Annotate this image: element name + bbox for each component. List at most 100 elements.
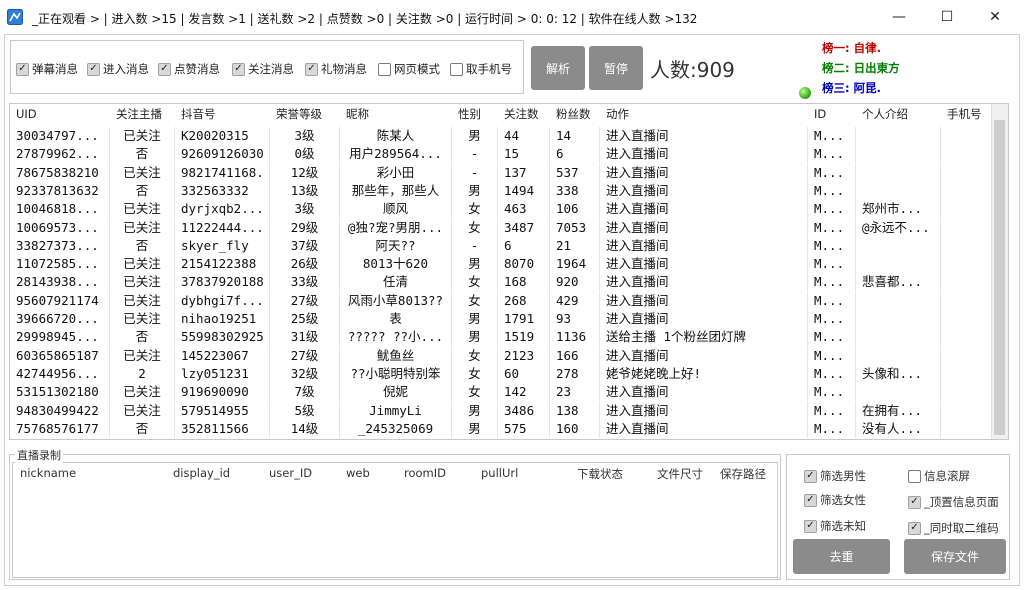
table-row[interactable]: 92337813632 否 332563332 13级 那些年，那些人男 1494 338 进… (10, 181, 992, 200)
rec-col-pullurl[interactable]: pullUrl (481, 466, 518, 480)
rec-col-save-path[interactable]: 保存路径 (720, 466, 766, 482)
checkbox-icon[interactable]: ✓ (908, 495, 921, 509)
checkbox-icon[interactable]: ✓ (804, 493, 817, 507)
cell-follow-status: 已关注 (110, 255, 175, 274)
table-row[interactable]: 11072585... 已关注 2154122388 26级 8013十620 男 8070… (10, 255, 992, 274)
table-row[interactable]: 78675838210 已关注 9821741168. 12级 彩小田 -137 537 进入… (10, 163, 992, 182)
rec-col-user-id[interactable]: user_ID (269, 466, 312, 480)
table-row[interactable]: 75768576177 否 352811566 14级 _245325069 男 575 16… (10, 419, 992, 438)
col-header-douyin-id[interactable]: 抖音号 (181, 104, 270, 125)
table-row[interactable]: 60365865187 已关注 145223067 27级 鱿鱼丝女 2123 166 进入直… (10, 346, 992, 365)
cell-follow-status: 已关注 (110, 346, 175, 365)
col-header-action[interactable]: 动作 (606, 104, 808, 125)
col-header-level[interactable]: 荣誉等级 (276, 104, 340, 125)
col-header-fans[interactable]: 粉丝数 (556, 104, 600, 125)
filter-female[interactable]: ✓ 筛选女性 (804, 492, 866, 508)
table-row[interactable]: 10046818... 已关注 dyrjxqb2... 3级 顺风女 463 106 进入直播… (10, 200, 992, 219)
viewer-table[interactable]: UID 关注主播 抖音号 荣誉等级 昵称 性别 关注数 粉丝数 动作 ID 个人介绍 手机号 3003… (9, 103, 1009, 440)
checkbox-icon[interactable]: ✓ (804, 519, 817, 533)
rec-col-roomid[interactable]: roomID (404, 466, 446, 480)
checkbox-icon[interactable] (908, 469, 921, 483)
filter-unknown[interactable]: ✓ 筛选未知 (804, 518, 866, 534)
parse-button[interactable]: 解析 (531, 46, 585, 90)
col-header-phone[interactable]: 手机号 (947, 104, 992, 125)
cell-gender: 女 (452, 346, 498, 365)
rec-col-display-id[interactable]: display_id (173, 466, 230, 480)
cell-nickname: 用户289564... (340, 145, 452, 164)
option-like[interactable]: ✓ 点赞消息 (158, 61, 220, 77)
col-header-bio[interactable]: 个人介绍 (862, 104, 941, 125)
cell-fans: 7053 (550, 218, 600, 237)
cell-action: 姥爷姥姥晚上好! (600, 364, 808, 383)
minimize-button[interactable]: — (876, 0, 922, 34)
rec-col-nickname[interactable]: nickname (20, 466, 76, 480)
table-row[interactable]: 33827373... 否 skyer_fly 37级 阿天?? -6 21 进入直播间 M..… (10, 236, 992, 255)
filter-scroll-info[interactable]: 信息滚屏 (908, 468, 970, 484)
rec-col-file-size[interactable]: 文件尺寸 (657, 466, 703, 482)
table-row[interactable]: 30034797... 已关注 K20020315 3级 陈某人男 44 14 进入直播间 M.… (10, 127, 992, 145)
col-header-following[interactable]: 关注数 (504, 104, 550, 125)
scrollbar-thumb[interactable] (994, 120, 1005, 435)
checkbox-icon[interactable]: ✓ (804, 469, 817, 483)
option-danmu[interactable]: ✓ 弹幕消息 (16, 61, 78, 77)
save-file-button[interactable]: 保存文件 (904, 539, 1006, 574)
col-header-nickname[interactable]: 昵称 (346, 104, 452, 125)
table-row[interactable]: 95607921174 已关注 dybhgi7f... 27级 风雨小草8013?? 女 2… (10, 291, 992, 310)
checkbox-icon[interactable]: ✓ (305, 62, 318, 76)
cell-fans: 23 (550, 383, 600, 402)
table-row[interactable]: 39666720... 已关注 nihao19251 25级表男 1791 93 进入直播间… (10, 310, 992, 328)
filter-pin-info-page[interactable]: ✓ _顶置信息页面 (908, 494, 999, 510)
cell-douyin-id: 145223067 (175, 346, 270, 365)
cell-douyin-id: 919690090 (175, 383, 270, 402)
filter-label: _同时取二维码 (924, 521, 999, 535)
col-header-follow-status[interactable]: 关注主播 (116, 104, 175, 125)
cell-gender: 男 (452, 310, 498, 328)
col-header-uid[interactable]: UID (16, 104, 110, 125)
option-enter[interactable]: ✓ 进入消息 (87, 61, 149, 77)
cell-uid: 94830499422 (10, 401, 110, 420)
table-row[interactable]: 94830499422 已关注 579514955 5级 JimmyLi 男 3486 138… (10, 401, 992, 420)
checkbox-icon[interactable]: ✓ (232, 62, 245, 76)
checkbox-icon[interactable]: ✓ (908, 521, 921, 535)
cell-nickname: 顺风 (340, 200, 452, 219)
table-row[interactable]: 29998945... 否 55998302925 31级????? ??小... 男 1… (10, 328, 992, 347)
table-row[interactable]: 42744956... 2 lzy051231 32级 ??小聪明特别笨女 60 278 姥爷… (10, 364, 992, 383)
close-button[interactable]: ✕ (972, 0, 1018, 34)
table-row[interactable]: 28143938... 已关注 37837920188 33级 任清女 168 920 进入直… (10, 273, 992, 292)
col-header-id[interactable]: ID (814, 104, 856, 125)
cell-bio (856, 310, 941, 328)
cell-bio (856, 145, 941, 164)
checkbox-icon[interactable] (450, 62, 463, 76)
checkbox-icon[interactable] (378, 62, 391, 76)
maximize-button[interactable]: ☐ (924, 0, 970, 34)
option-get-phone[interactable]: 取手机号 (450, 61, 512, 77)
rec-col-download-status[interactable]: 下载状态 (577, 466, 623, 482)
cell-following: 142 (498, 383, 550, 402)
cell-id: M... (808, 310, 856, 328)
dedup-button[interactable]: 去重 (793, 539, 890, 574)
cell-fans: 429 (550, 291, 600, 310)
option-gift[interactable]: ✓ 礼物消息 (305, 61, 367, 77)
col-header-gender[interactable]: 性别 (458, 104, 498, 125)
option-web-mode[interactable]: 网页模式 (378, 61, 440, 77)
cell-bio (856, 346, 941, 365)
checkbox-icon[interactable]: ✓ (87, 62, 100, 76)
cell-id: M... (808, 255, 856, 274)
table-row[interactable]: 10069573... 已关注 11222444... 29级 @独?宠?男朋... 女 3… (10, 218, 992, 237)
cell-fans: 21 (550, 236, 600, 255)
cell-douyin-id: 352811566 (175, 419, 270, 438)
cell-uid: 53151302180 (10, 383, 110, 402)
filter-male[interactable]: ✓ 筛选男性 (804, 468, 866, 484)
rec-col-web[interactable]: web (346, 466, 370, 480)
table-row[interactable]: 27879962... 否 92609126030 0级 用户289564... -15 6… (10, 145, 992, 164)
pause-button[interactable]: 暂停 (589, 46, 643, 90)
cell-nickname: JimmyLi (340, 401, 452, 420)
cell-uid: 42744956... (10, 364, 110, 383)
option-follow[interactable]: ✓ 关注消息 (232, 61, 294, 77)
filter-get-qrcode[interactable]: ✓ _同时取二维码 (908, 520, 999, 536)
checkbox-icon[interactable]: ✓ (158, 62, 171, 76)
checkbox-icon[interactable]: ✓ (16, 62, 29, 76)
window-title: _正在观看 > | 进入数 >15 | 发言数 >1 | 送礼数 >2 | 点赞… (32, 12, 698, 26)
table-row[interactable]: 53151302180 已关注 919690090 7级 倪妮女 142 23 进入直播间 M.… (10, 383, 992, 402)
cell-phone (941, 163, 992, 182)
